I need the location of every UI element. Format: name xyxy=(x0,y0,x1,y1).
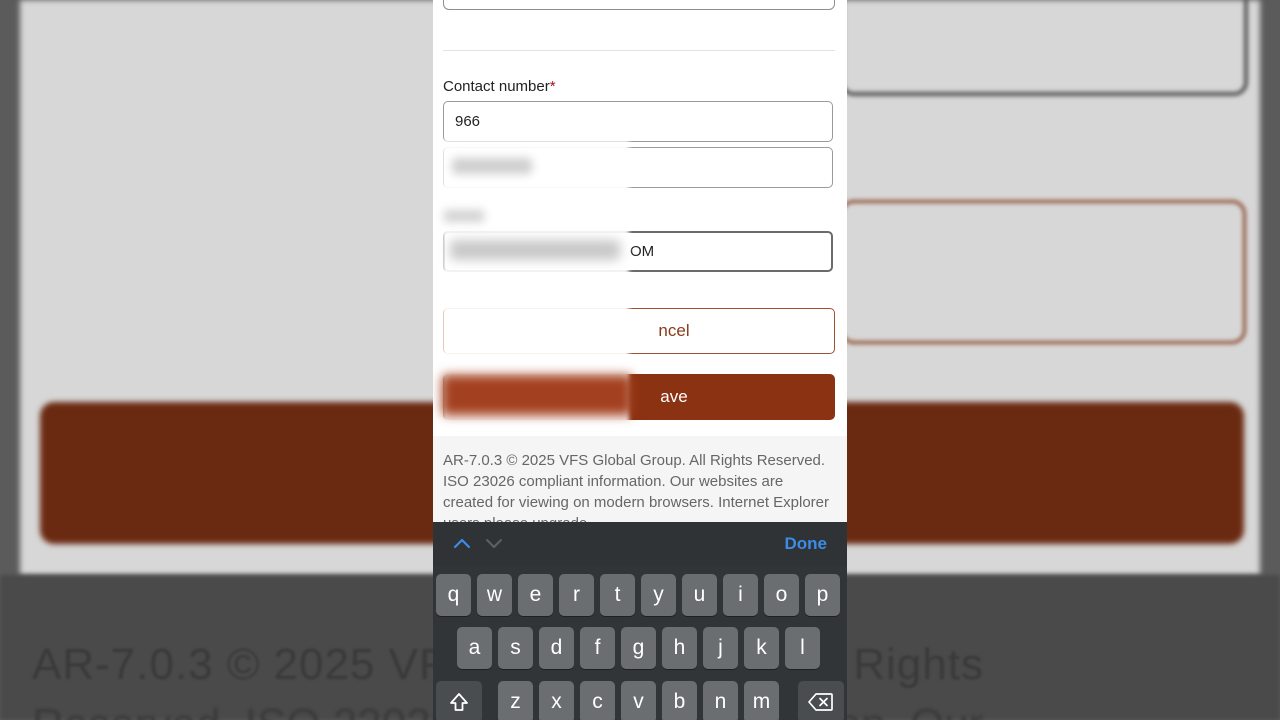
key-t[interactable]: t xyxy=(600,574,635,616)
key-o[interactable]: o xyxy=(764,574,799,616)
key-v[interactable]: v xyxy=(621,681,656,720)
key-r[interactable]: r xyxy=(559,574,594,616)
phone-screen: Contact number* 966 OM ncel ave AR-7.0.3… xyxy=(433,0,847,720)
key-z[interactable]: z xyxy=(498,681,533,720)
bg-input-echo xyxy=(840,200,1246,344)
key-i[interactable]: i xyxy=(723,574,758,616)
key-y[interactable]: y xyxy=(641,574,676,616)
key-q[interactable]: q xyxy=(436,574,471,616)
shift-key[interactable] xyxy=(436,681,482,720)
backspace-icon xyxy=(808,693,833,711)
key-x[interactable]: x xyxy=(539,681,574,720)
key-n[interactable]: n xyxy=(703,681,738,720)
section-divider xyxy=(443,50,835,51)
chevron-up-icon[interactable] xyxy=(453,534,471,552)
done-button[interactable]: Done xyxy=(785,534,828,554)
key-l[interactable]: l xyxy=(785,627,820,669)
cancel-label: ncel xyxy=(658,321,690,340)
required-mark: * xyxy=(549,78,556,95)
contact-number-label: Contact number* xyxy=(443,78,556,95)
key-a[interactable]: a xyxy=(457,627,492,669)
country-code-field[interactable]: 966 xyxy=(443,101,833,142)
key-c[interactable]: c xyxy=(580,681,615,720)
bg-input-echo xyxy=(840,0,1248,96)
backspace-key[interactable] xyxy=(798,681,844,720)
key-p[interactable]: p xyxy=(805,574,840,616)
footer: AR-7.0.3 © 2025 VFS Global Group. All Ri… xyxy=(433,436,847,532)
previous-field[interactable] xyxy=(443,0,835,10)
key-s[interactable]: s xyxy=(498,627,533,669)
blurred-content xyxy=(452,158,532,174)
key-b[interactable]: b xyxy=(662,681,697,720)
key-k[interactable]: k xyxy=(744,627,779,669)
privacy-blur-overlay xyxy=(442,140,632,430)
blurred-content xyxy=(444,210,484,222)
key-u[interactable]: u xyxy=(682,574,717,616)
key-m[interactable]: m xyxy=(744,681,779,720)
key-f[interactable]: f xyxy=(580,627,615,669)
key-w[interactable]: w xyxy=(477,574,512,616)
save-label: ave xyxy=(660,387,688,406)
key-h[interactable]: h xyxy=(662,627,697,669)
keyboard-toolbar: Done xyxy=(433,522,847,566)
key-j[interactable]: j xyxy=(703,627,738,669)
chevron-down-icon[interactable] xyxy=(485,534,503,552)
email-value: OM xyxy=(630,243,655,260)
blurred-content xyxy=(442,375,632,415)
contact-number-label-text: Contact number xyxy=(443,78,550,95)
shift-icon xyxy=(450,693,468,711)
blurred-content xyxy=(450,240,620,260)
key-d[interactable]: d xyxy=(539,627,574,669)
key-g[interactable]: g xyxy=(621,627,656,669)
key-e[interactable]: e xyxy=(518,574,553,616)
country-code-value: 966 xyxy=(455,113,481,130)
onscreen-keyboard: q w e r t y u i o p a s d f g h j k l z … xyxy=(433,566,847,720)
